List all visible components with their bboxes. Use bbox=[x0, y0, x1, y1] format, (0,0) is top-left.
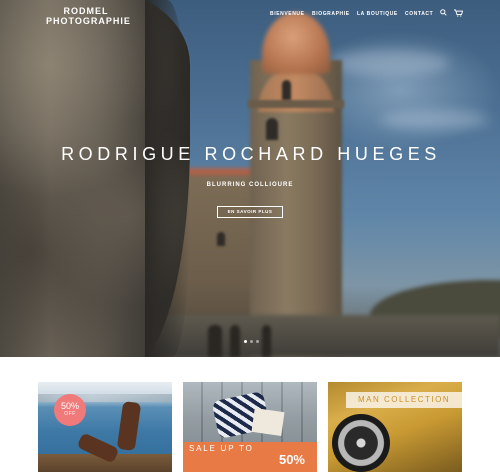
hero-subtitle: BLURRING COLLIOURE bbox=[206, 182, 294, 188]
site-logo[interactable]: RODMEL PHOTOGRAPHIE bbox=[46, 6, 131, 26]
nav-item-contact[interactable]: CONTACT bbox=[405, 11, 433, 17]
learn-more-button[interactable]: EN SAVOIR PLUS bbox=[217, 206, 283, 218]
rock-shadow bbox=[145, 0, 190, 357]
hero-slider: RODRIGUE ROCHARD HUEGES BLURRING COLLIOU… bbox=[0, 0, 500, 357]
ground bbox=[140, 315, 500, 357]
slider-dots bbox=[244, 340, 259, 343]
promo-card-sale-up-to[interactable]: SALE UP TO 50% bbox=[183, 382, 317, 472]
discount-off-label: OFF bbox=[64, 411, 76, 417]
tower-window bbox=[282, 80, 291, 100]
logo-line1: RODMEL bbox=[63, 6, 109, 16]
person-silhouette bbox=[262, 325, 271, 357]
nav-item-biographie[interactable]: BIOGRAPHIE bbox=[312, 11, 350, 17]
notebook-image bbox=[251, 408, 285, 436]
cloud bbox=[330, 50, 450, 76]
nav-item-la-boutique[interactable]: LA BOUTIQUE bbox=[357, 11, 398, 17]
sale-banner-percent: 50% bbox=[278, 452, 305, 467]
car-wheel-image bbox=[332, 414, 390, 472]
slider-dot[interactable] bbox=[250, 340, 253, 343]
logo-line2: PHOTOGRAPHIE bbox=[46, 16, 131, 26]
discount-badge: 50% OFF bbox=[54, 394, 86, 426]
cloud bbox=[380, 110, 490, 130]
boot-image bbox=[116, 400, 142, 452]
hero-title: RODRIGUE ROCHARD HUEGES bbox=[61, 144, 441, 164]
bell-tower-band bbox=[248, 100, 344, 108]
discount-percent: 50% bbox=[60, 401, 79, 411]
search-icon[interactable] bbox=[440, 9, 447, 18]
promo-card-man-collection[interactable]: MAN COLLECTION bbox=[328, 382, 462, 472]
slider-dot[interactable] bbox=[256, 340, 259, 343]
nav-item-bienvenue[interactable]: BIENVENUE bbox=[270, 11, 305, 17]
tower-window bbox=[266, 118, 278, 140]
person-silhouette bbox=[230, 325, 240, 357]
promo-card-sale-off[interactable]: 50% OFF bbox=[38, 382, 172, 472]
window bbox=[217, 232, 225, 246]
person-silhouette bbox=[208, 325, 222, 357]
collection-banner-label: MAN COLLECTION bbox=[358, 395, 451, 404]
slider-dot[interactable] bbox=[244, 340, 247, 343]
cart-icon[interactable] bbox=[454, 9, 464, 19]
bell-tower-dome bbox=[262, 12, 330, 74]
sale-banner-label: SALE UP TO bbox=[189, 444, 254, 453]
